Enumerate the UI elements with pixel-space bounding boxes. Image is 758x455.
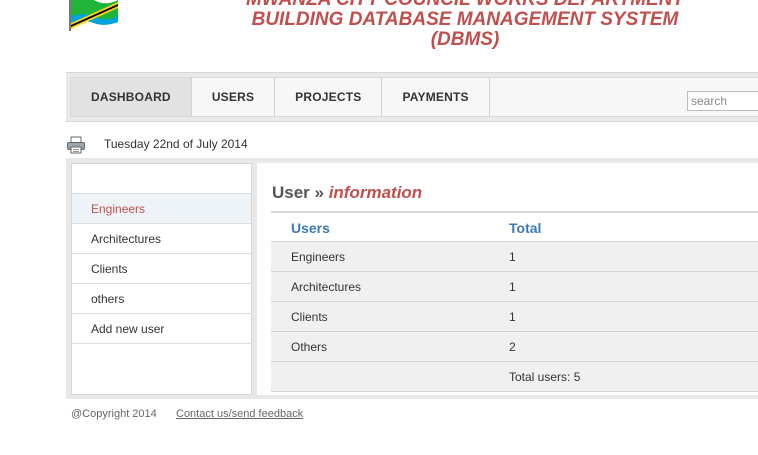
table-row: Others 2	[271, 332, 758, 362]
system-title: MWANZA CITY COUNCIL WORKS DEPARTMENT BUI…	[230, 0, 700, 50]
table-row: Architectures 1	[271, 272, 758, 302]
column-header-users: Users	[291, 220, 330, 236]
nav-menu: DASHBOARD USERS PROJECTS PAYMENTS	[70, 77, 758, 117]
sidebar-item-others[interactable]: others	[72, 284, 251, 314]
sidebar-menu: Engineers Architectures Clients others A…	[72, 193, 251, 344]
total-users: Total users: 5	[509, 370, 581, 384]
main-navbar: DASHBOARD USERS PROJECTS PAYMENTS	[66, 72, 758, 122]
table-cell-user-type: Clients	[291, 310, 328, 324]
table-cell-user-type: Architectures	[291, 280, 362, 294]
sidebar: Engineers Architectures Clients others A…	[71, 163, 252, 395]
table-cell-empty	[271, 362, 509, 391]
nav-item-users[interactable]: USERS	[192, 78, 276, 116]
table-row: Engineers 1	[271, 242, 758, 272]
table-cell-user-type: Others	[291, 340, 328, 354]
table-header-row: Users Total	[271, 211, 758, 242]
page-title-prefix: User »	[272, 183, 329, 202]
user-summary-table: Users Total Engineers 1 Architectures 1 …	[271, 211, 758, 392]
sidebar-item-architectures[interactable]: Architectures	[72, 224, 251, 254]
system-title-line-3: (DBMS)	[430, 29, 500, 50]
table-cell-total: 1	[509, 250, 516, 264]
printer-icon[interactable]	[66, 135, 86, 155]
table-cell-total: 2	[509, 340, 516, 354]
table-cell-total: 1	[509, 310, 516, 324]
system-title-line-2: BUILDING DATABASE MANAGEMENT SYSTEM	[251, 9, 679, 30]
sidebar-item-clients[interactable]: Clients	[72, 254, 251, 284]
page-title-emphasis: information	[328, 183, 423, 202]
table-row: Clients 1	[271, 302, 758, 332]
column-header-total: Total	[509, 220, 542, 236]
contact-feedback-link[interactable]: Contact us/send feedback	[176, 408, 303, 420]
main-panel: User » information Users Total Engineers…	[257, 163, 758, 395]
tanzania-flag-icon	[69, 0, 118, 31]
copyright-text: @Copyright 2014	[71, 408, 157, 420]
sidebar-item-engineers[interactable]: Engineers	[72, 194, 251, 224]
table-total-row: Total users: 5	[271, 362, 758, 392]
current-date: Tuesday 22nd of July 2014	[104, 137, 248, 151]
nav-item-projects[interactable]: PROJECTS	[275, 78, 383, 116]
table-cell-user-type: Engineers	[291, 250, 346, 264]
sidebar-item-add-new-user[interactable]: Add new user	[72, 314, 251, 344]
search-input[interactable]	[687, 91, 758, 111]
table-cell-total: 1	[509, 280, 516, 294]
content-area: Engineers Architectures Clients others A…	[66, 158, 758, 399]
footer: @Copyright 2014 Contact us/send feedback	[71, 408, 303, 420]
page-title: User » information	[272, 183, 422, 203]
nav-item-payments[interactable]: PAYMENTS	[382, 78, 490, 116]
nav-item-dashboard[interactable]: DASHBOARD	[71, 78, 192, 116]
